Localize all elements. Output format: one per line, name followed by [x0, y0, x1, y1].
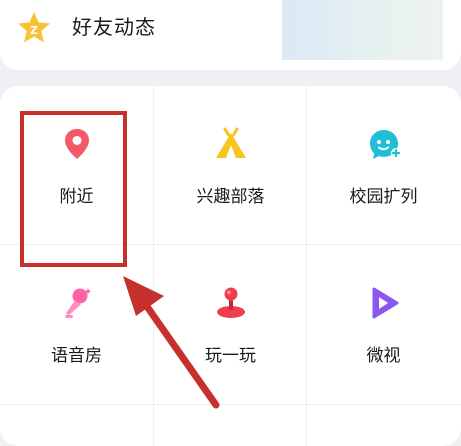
grid-divider — [0, 404, 461, 405]
microphone-icon — [64, 288, 91, 318]
joystick-icon — [216, 287, 245, 318]
friend-feed-label: 好友动态 — [72, 15, 156, 39]
grid-item-label: 玩一玩 — [205, 346, 256, 366]
feed-preview-image — [282, 0, 443, 60]
play-icon — [372, 287, 398, 319]
grid-item-label: 校园扩列 — [349, 187, 418, 207]
grid-item-weishi[interactable]: 微视 — [307, 245, 460, 403]
qzone-star-icon: Z — [18, 12, 50, 43]
location-pin-icon — [64, 129, 89, 159]
grid-item-voice-room[interactable]: 语音房 — [0, 245, 153, 403]
grid-item-label: 语音房 — [51, 346, 102, 366]
feature-grid: 附近 兴趣部落 校园扩列 语音房 玩一玩 微视 — [0, 86, 461, 446]
tent-icon — [215, 127, 246, 158]
grid-item-play-games[interactable]: 玩一玩 — [154, 245, 307, 403]
grid-item-interest-tribe[interactable]: 兴趣部落 — [154, 86, 307, 244]
grid-item-campus-friends[interactable]: 校园扩列 — [307, 86, 460, 244]
grid-item-label: 兴趣部落 — [196, 187, 265, 207]
grid-item-nearby[interactable]: 附近 — [0, 86, 153, 244]
friend-feed-card[interactable]: Z 好友动态 — [0, 0, 461, 70]
svg-text:Z: Z — [30, 24, 38, 37]
grid-item-label: 微视 — [366, 346, 401, 366]
campus-face-icon — [369, 130, 401, 159]
grid-item-label: 附近 — [59, 187, 94, 207]
